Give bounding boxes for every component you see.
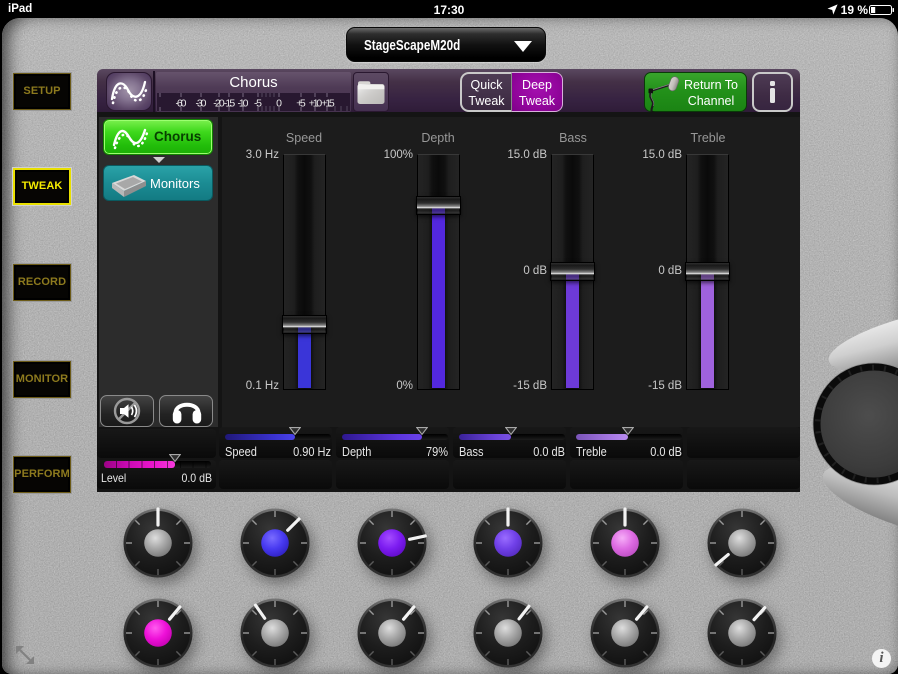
svg-text:-15: -15 [224, 98, 236, 110]
svg-text:-30: -30 [196, 98, 207, 110]
svg-text:-5: -5 [254, 98, 262, 110]
svg-text:+15: +15 [321, 98, 335, 110]
svg-text:+5: +5 [296, 98, 306, 110]
svg-text:-10: -10 [238, 98, 249, 110]
svg-text:0: 0 [276, 98, 282, 110]
svg-text:-60: -60 [176, 98, 187, 110]
